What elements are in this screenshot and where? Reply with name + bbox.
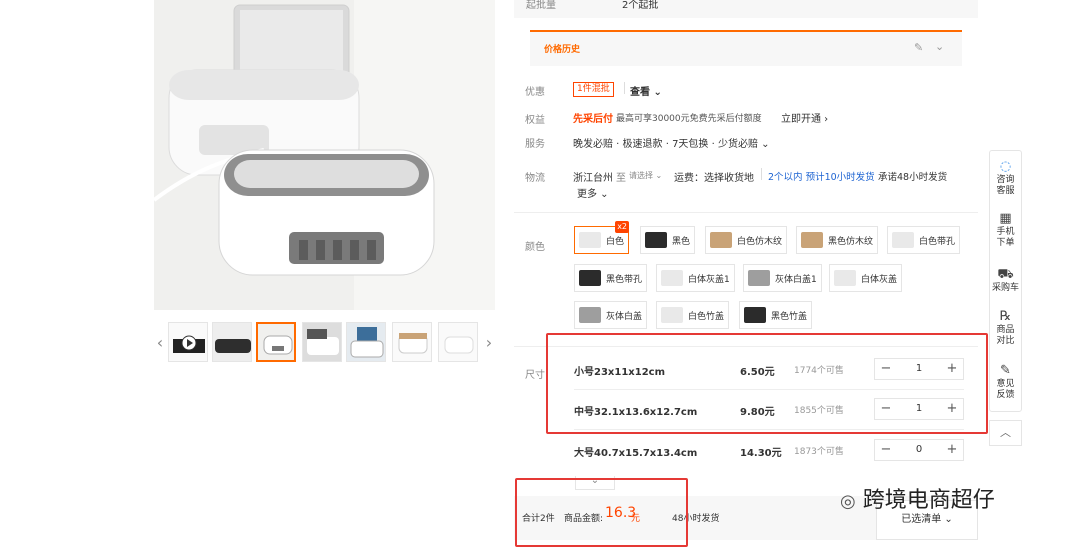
- annotation-box-sizes: [546, 333, 988, 434]
- color-option-label: 白体灰盖1: [688, 274, 730, 285]
- thumbnail-image[interactable]: [346, 322, 386, 362]
- color-option-label: 白色带孔: [919, 236, 956, 247]
- color-option-label: 白色仿木纹: [737, 236, 783, 247]
- destination-select[interactable]: 请选择 ⌄: [629, 170, 662, 181]
- discount-view-link[interactable]: 查看 ⌄: [630, 83, 662, 98]
- cart-icon: ⛟: [997, 267, 1014, 282]
- color-swatch: [645, 232, 667, 248]
- thumbnail-image[interactable]: [212, 322, 252, 362]
- color-swatch: [661, 270, 683, 286]
- selected-count-badge: x2: [615, 221, 630, 233]
- edit-icon[interactable]: ✎: [914, 41, 923, 54]
- color-option-label: 黑色仿木纹: [828, 236, 874, 247]
- chat-icon: ◌: [999, 159, 1012, 174]
- color-option-label: 白色: [606, 236, 625, 247]
- chevron-right-icon[interactable]: ›: [483, 332, 495, 354]
- quantity-value[interactable]: 0: [897, 440, 941, 460]
- color-option[interactable]: 灰体白盖: [574, 301, 648, 329]
- divider: [624, 82, 625, 94]
- qr-icon: ▦: [999, 211, 1012, 226]
- more-link[interactable]: 更多 ⌄: [577, 185, 609, 200]
- color-label: 颜色: [525, 242, 545, 253]
- section-divider: [514, 212, 978, 213]
- color-option[interactable]: 白色仿木纹: [705, 226, 788, 254]
- product-photo: [154, 0, 495, 310]
- color-option[interactable]: 黑色竹盖: [739, 301, 813, 329]
- color-swatch: [748, 270, 770, 286]
- origin-city: 浙江台州: [573, 173, 613, 184]
- color-option-label: 黑色: [672, 236, 691, 247]
- color-swatch: [801, 232, 823, 248]
- color-option[interactable]: 灰体白盖1: [743, 264, 822, 292]
- feedback-button[interactable]: ✎ 意见 反馈: [990, 363, 1021, 401]
- color-option-label: 白体灰盖: [861, 274, 898, 285]
- color-swatch: [579, 307, 601, 323]
- size-row-large: 大号40.7x15.7x13.4cm 14.30元 1873个可售 − 0 +: [574, 431, 964, 471]
- color-option[interactable]: 黑色: [640, 226, 696, 254]
- floating-toolbar: ◌ 咨询 客服 ▦ 手机 下单 ⛟ 采购车 ℞ 商品 对比 ✎ 意见 反馈: [989, 150, 1022, 412]
- delivery-promise: 2个以内 预计10小时发货: [768, 172, 875, 183]
- color-option-label: 灰体白盖: [606, 311, 643, 322]
- color-option-label: 黑色竹盖: [771, 311, 808, 322]
- to-label: 至: [616, 173, 626, 184]
- color-swatch: [834, 270, 856, 286]
- thumbnail-image[interactable]: [302, 322, 342, 362]
- main-product-image: [154, 0, 495, 310]
- color-option-label: 灰体白盖1: [775, 274, 817, 285]
- logistics-label: 物流: [525, 173, 545, 184]
- color-option[interactable]: 黑色带孔: [574, 264, 648, 292]
- color-swatch: [579, 270, 601, 286]
- quantity-stepper[interactable]: − 0 +: [874, 439, 964, 461]
- shipping-fee: 运费：选择收货地: [674, 173, 754, 184]
- thumbnail-strip: ‹ ›: [154, 322, 495, 364]
- mobile-order-button[interactable]: ▦ 手机 下单: [990, 211, 1021, 249]
- color-option[interactable]: 黑色仿木纹: [796, 226, 879, 254]
- color-option[interactable]: 白色竹盖: [656, 301, 730, 329]
- rights-description: 最高可享30000元免费先采后付额度: [616, 114, 762, 124]
- size-label: 尺寸: [525, 370, 545, 381]
- thumbnail-image[interactable]: [438, 322, 478, 362]
- service-guarantees[interactable]: 晚发必赔 · 极速退款 · 7天包换 · 少货必赔 ⌄: [573, 135, 770, 150]
- cart-button[interactable]: ⛟ 采购车: [990, 267, 1021, 294]
- color-swatch: [661, 307, 683, 323]
- divider: [761, 168, 762, 180]
- back-to-top-chevron-up-icon[interactable]: ︿: [989, 420, 1022, 446]
- moq-row: 起批量 2个起批: [514, 0, 978, 18]
- wechat-icon: ◎: [840, 491, 856, 512]
- color-option-label: 黑色带孔: [606, 274, 643, 285]
- chevron-left-icon[interactable]: ‹: [154, 332, 166, 354]
- price-history-title: 价格历史: [544, 45, 581, 55]
- pay-later-tag: 先采后付: [573, 114, 613, 125]
- color-option-label: 白色竹盖: [688, 311, 725, 322]
- activate-link[interactable]: 立即开通 ›: [781, 110, 828, 125]
- color-swatch: [579, 232, 601, 248]
- color-option[interactable]: 白体灰盖: [829, 264, 903, 292]
- color-swatch: [892, 232, 914, 248]
- customer-service-button[interactable]: ◌ 咨询 客服: [990, 159, 1021, 197]
- color-swatch: [744, 307, 766, 323]
- color-swatch: [710, 232, 732, 248]
- plus-button[interactable]: +: [941, 440, 963, 460]
- minus-button[interactable]: −: [875, 440, 897, 460]
- feedback-icon: ✎: [1000, 363, 1011, 378]
- rights-label: 权益: [525, 115, 545, 126]
- chevron-down-icon[interactable]: ⌄: [935, 40, 944, 53]
- discount-badge: 1件混批: [573, 82, 614, 97]
- price-history-bar[interactable]: 价格历史 ✎ ⌄: [530, 30, 962, 66]
- annotation-box-total: [515, 478, 688, 547]
- color-option[interactable]: 白体灰盖1: [656, 264, 735, 292]
- service-label: 服务: [525, 139, 545, 150]
- color-option[interactable]: 白色 x2: [574, 221, 630, 254]
- thumbnail-image-selected[interactable]: [256, 322, 296, 362]
- thumbnail-video[interactable]: [168, 322, 208, 362]
- watermark: ◎ 跨境电商超仔: [840, 488, 995, 513]
- compare-icon: ℞: [999, 309, 1012, 324]
- compare-button[interactable]: ℞ 商品 对比: [990, 309, 1021, 347]
- ship-commit: 承诺48小时发货: [878, 172, 948, 183]
- thumbnail-image[interactable]: [392, 322, 432, 362]
- discount-label: 优惠: [525, 87, 545, 98]
- color-option[interactable]: 白色带孔: [887, 226, 961, 254]
